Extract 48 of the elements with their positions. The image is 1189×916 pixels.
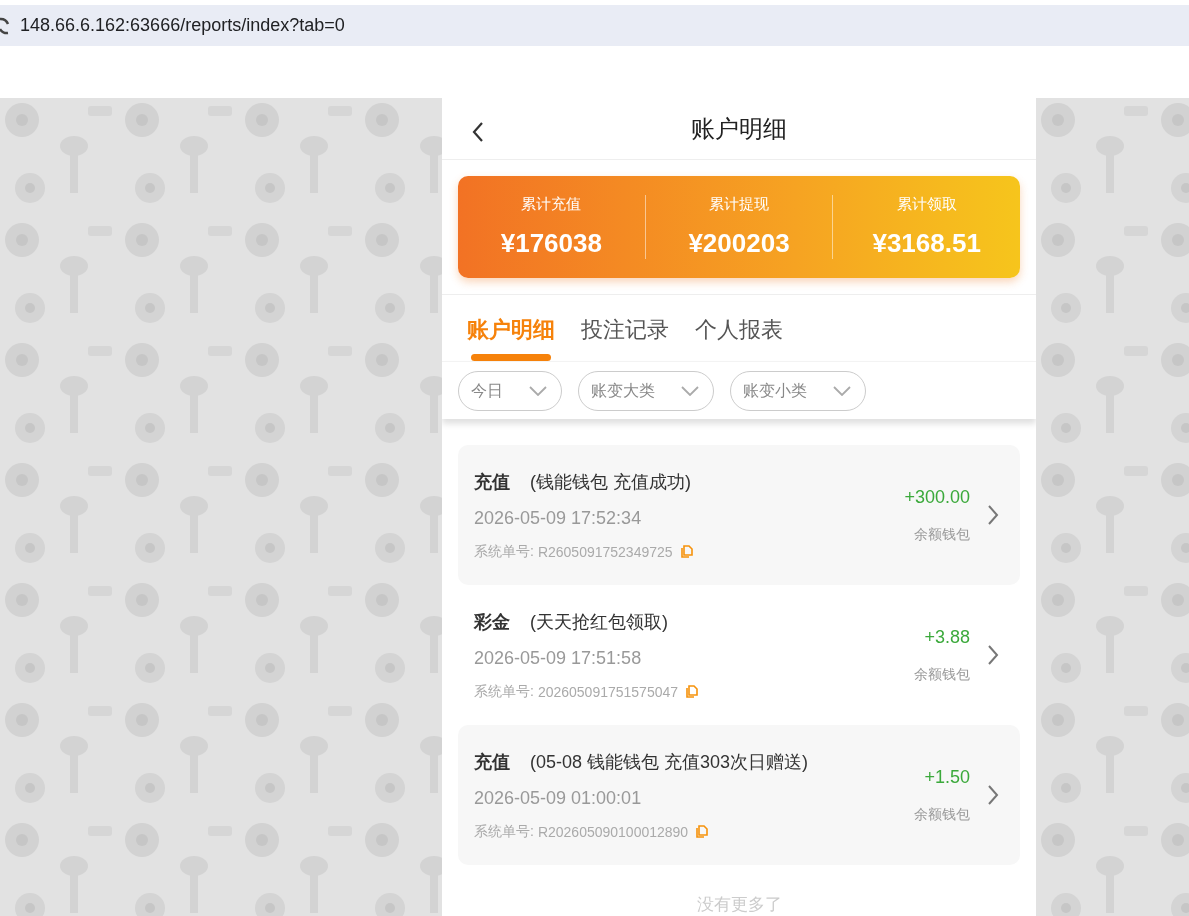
chevron-down-icon	[833, 386, 851, 396]
site-info-icon[interactable]	[0, 15, 12, 36]
chevron-right-icon[interactable]	[986, 644, 1000, 666]
page-title: 账户明细	[691, 113, 787, 144]
filter-dropdown[interactable]: 账变小类	[730, 371, 866, 411]
back-icon[interactable]	[470, 120, 486, 144]
copy-icon[interactable]	[680, 545, 693, 558]
summary-label: 累计充值	[521, 195, 582, 214]
wallet-name: 余额钱包	[914, 665, 970, 684]
chevron-right-icon[interactable]	[986, 784, 1000, 806]
record-amount: +3.88	[924, 626, 970, 648]
record-note: (钱能钱包 充值成功)	[530, 470, 691, 494]
order-label: 系统单号:	[474, 822, 534, 841]
record-type: 彩金	[474, 610, 510, 634]
record-note: (天天抢红包领取)	[530, 610, 668, 634]
record-type: 充值	[474, 750, 510, 774]
record-time: 2026-05-09 01:00:01	[474, 787, 643, 809]
order-number: R2605091752349725	[537, 543, 673, 560]
order-label: 系统单号:	[474, 682, 534, 701]
summary-value: ¥200203	[688, 228, 790, 259]
record-item[interactable]: 彩金 (天天抢红包领取) 2026-05-09 17:51:58 系统单号: 202605091751575047 +3.88 余额钱包	[458, 585, 1020, 725]
record-amount: +1.50	[924, 766, 970, 788]
record-type: 充值	[474, 470, 510, 494]
chevron-down-icon	[529, 386, 547, 396]
record-time: 2026-05-09 17:52:34	[474, 507, 643, 529]
order-number: R202605090100012890	[537, 823, 689, 840]
order-label: 系统单号:	[474, 542, 534, 561]
tab[interactable]: 个人报表	[695, 295, 783, 361]
copy-icon[interactable]	[686, 685, 699, 698]
url-text[interactable]: 148.66.6.162:63666/reports/index?tab=0	[20, 15, 345, 36]
summary-value: ¥176038	[500, 228, 602, 259]
chevron-down-icon	[681, 386, 699, 396]
copy-icon[interactable]	[696, 825, 709, 838]
record-note: (05-08 钱能钱包 充值303次日赠送)	[530, 750, 809, 774]
summary-label: 累计提现	[709, 195, 769, 214]
summary-value: ¥3168.51	[872, 228, 981, 259]
record-time: 2026-05-09 17:51:58	[474, 647, 643, 669]
record-item[interactable]: 充值 (05-08 钱能钱包 充值303次日赠送) 2026-05-09 01:00:01 系统单号: R202605090100012890 +1.50 余额钱包	[458, 725, 1020, 865]
filter-dropdown[interactable]: 账变大类	[578, 371, 714, 411]
record-item[interactable]: 充值 (钱能钱包 充值成功) 2026-05-09 17:52:34 系统单号: R2605091752349725 +300.00 余额钱包	[458, 445, 1020, 585]
record-amount: +300.00	[904, 486, 970, 508]
chevron-right-icon[interactable]	[986, 504, 1000, 526]
wallet-name: 余额钱包	[914, 525, 970, 544]
summary-label: 累计领取	[896, 195, 957, 214]
filter-dropdown[interactable]: 今日	[458, 371, 562, 411]
tab[interactable]: 投注记录	[581, 295, 669, 361]
order-number: 202605091751575047	[537, 683, 679, 700]
wallet-name: 余额钱包	[914, 805, 970, 824]
